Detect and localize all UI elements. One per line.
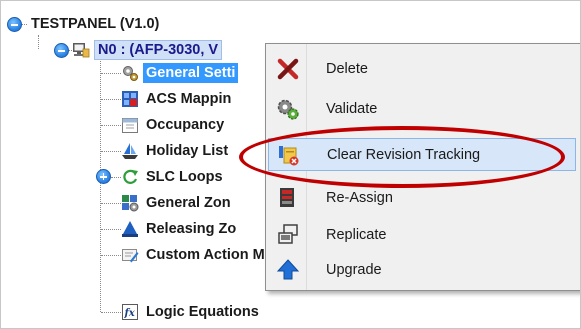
window-frame: TESTPANEL (V1.0) N0 : (AFP-3030, V Gener… [0, 0, 581, 329]
tree-item-holiday-list[interactable]: Holiday List [121, 140, 231, 162]
upgrade-arrow-icon [276, 258, 300, 279]
tree-node-panel-label: N0 : (AFP-3030, V [94, 40, 223, 60]
tree-line [101, 151, 121, 152]
menu-item-label: Upgrade [326, 261, 382, 278]
acs-grid-icon [122, 91, 138, 107]
tree-item-label: Releasing Zo [146, 221, 237, 237]
collapse-root-icon[interactable] [7, 17, 22, 32]
tree-line [101, 125, 121, 126]
tree-item-label: ACS Mappin [146, 91, 232, 107]
annotation-highlight-oval [239, 126, 565, 188]
tree-item-label: General Zon [146, 195, 231, 211]
sailboat-icon [122, 143, 138, 159]
tree-item-slc-loops[interactable]: SLC Loops [121, 166, 226, 188]
message-edit-icon [122, 249, 139, 263]
gears-icon [123, 66, 138, 81]
menu-item-delete[interactable]: Delete [268, 52, 576, 85]
collapse-panel-icon[interactable] [54, 43, 69, 58]
function-fx-icon: fx [122, 304, 138, 320]
menu-item-label: Replicate [326, 226, 387, 243]
tree-item-general-zones[interactable]: General Zon [121, 192, 234, 214]
expand-slc-loops-icon[interactable] [96, 169, 111, 184]
tree-line [38, 35, 39, 49]
tree-item-acs-mapping[interactable]: ACS Mappin [121, 88, 234, 110]
calendar-icon [122, 118, 138, 133]
tree-item-label: Holiday List [146, 143, 229, 159]
menu-item-replicate[interactable]: Replicate [268, 218, 576, 251]
tree-item-general-settings[interactable]: General Setti [121, 62, 239, 84]
gear-validate-icon [277, 99, 299, 120]
tree-line [101, 73, 121, 74]
tree-line [111, 177, 121, 178]
menu-item-label: Re-Assign [326, 189, 393, 206]
tree-item-releasing-zones[interactable]: Releasing Zo [121, 218, 239, 240]
tree-root-label: TESTPANEL (V1.0) [31, 16, 160, 32]
menu-item-label: Delete [326, 60, 368, 77]
tree-root-testpanel[interactable]: TESTPANEL (V1.0) [28, 13, 162, 35]
tree-line [100, 59, 101, 312]
reassign-icon [280, 187, 294, 207]
loop-arrow-icon [123, 169, 138, 184]
panel-computer-icon [73, 43, 90, 58]
tree-item-label: Occupancy [146, 117, 225, 133]
menu-item-validate[interactable]: Validate [268, 92, 576, 125]
tree-item-logic-equations[interactable]: fx Logic Equations [121, 301, 262, 323]
tree-line [101, 255, 121, 256]
menu-item-label: Validate [326, 100, 378, 117]
tree-line [101, 99, 121, 100]
menu-item-upgrade[interactable]: Upgrade [268, 253, 576, 286]
red-x-icon [277, 58, 299, 79]
releasing-bell-icon [122, 221, 138, 237]
tree-line [101, 203, 121, 204]
replicate-icon [278, 223, 298, 244]
tree-item-occupancy[interactable]: Occupancy [121, 114, 227, 136]
tree-item-label: General Setti [143, 63, 239, 83]
zones-grid-icon [122, 195, 139, 212]
tree-node-panel[interactable]: N0 : (AFP-3030, V [72, 39, 223, 61]
tree-item-label: Logic Equations [146, 304, 259, 320]
svg-text:fx: fx [124, 308, 136, 319]
tree-line [101, 312, 121, 313]
tree-line [101, 229, 121, 230]
tree-item-label: SLC Loops [146, 169, 223, 185]
